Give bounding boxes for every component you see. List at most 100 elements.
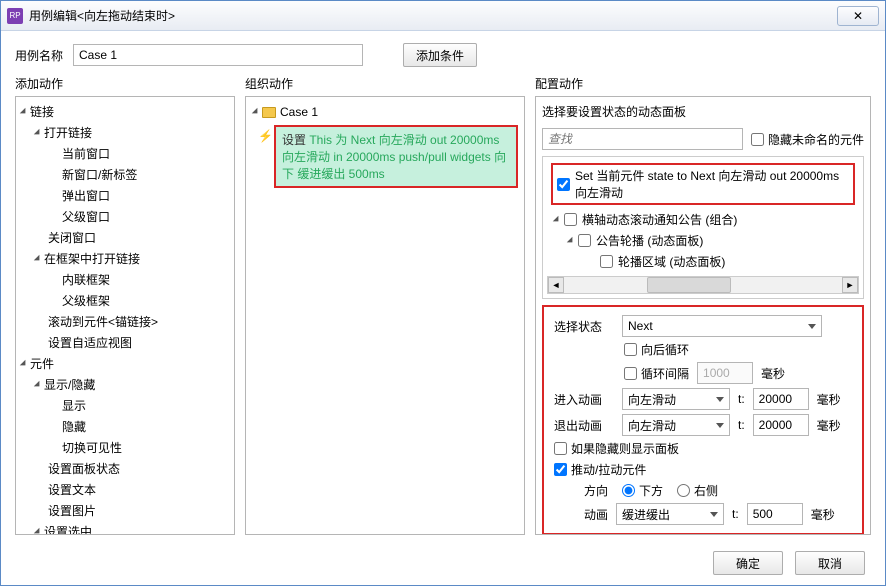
state-label: 选择状态 [554,318,614,335]
mid-panel-title: 组织动作 [245,75,525,92]
tree-item[interactable]: 显示 [16,395,234,416]
tree-item[interactable]: 在框架中打开链接 [16,248,234,269]
tree-item-label: 链接 [30,103,54,120]
ms-label: 毫秒 [817,391,841,408]
tree-item-label: 打开链接 [44,124,92,141]
bolt-icon: ⚡ [258,129,273,143]
tree-item[interactable]: 新窗口/新标签 [16,164,234,185]
tree-item[interactable]: 父级框架 [16,290,234,311]
scroll-left-icon[interactable]: ◄ [548,277,564,293]
state-select[interactable]: Next [622,315,822,337]
direction-right-radio[interactable]: 右侧 [677,482,718,499]
chevron-down-icon[interactable] [34,527,42,535]
ok-button[interactable]: 确定 [713,551,783,575]
tree-item[interactable]: 设置选中 [16,521,234,535]
direction-below-radio[interactable]: 下方 [622,482,663,499]
tree-item-label: 新窗口/新标签 [62,166,137,183]
scroll-thumb[interactable] [647,277,730,293]
chevron-down-icon[interactable] [20,107,28,115]
direction-label: 方向 [584,482,608,499]
action-tree[interactable]: 链接打开链接当前窗口新窗口/新标签弹出窗口父级窗口关闭窗口在框架中打开链接内联框… [15,96,235,535]
set-state-text: Set 当前元件 state to Next 向左滑动 out 20000ms … [575,167,849,201]
animate-in-time[interactable] [753,388,809,410]
anim-label: 动画 [584,506,608,523]
tree-item[interactable]: 父级窗口 [16,206,234,227]
push-anim-select[interactable]: 缓进缓出 [616,503,724,525]
section-select-panel: 选择要设置状态的动态面板 [542,103,864,122]
dyn-group-row[interactable]: 横轴动态滚动通知公告 (组合) [547,209,859,230]
tree-item[interactable]: 显示/隐藏 [16,374,234,395]
animate-out-select[interactable]: 向左滑动 [622,414,730,436]
chevron-down-icon[interactable] [34,128,42,136]
tree-item[interactable]: 设置图片 [16,500,234,521]
t-label: t: [732,507,739,521]
scroll-right-icon[interactable]: ► [842,277,858,293]
dyn-checkbox[interactable] [600,255,613,268]
tree-item[interactable]: 元件 [16,353,234,374]
loop-interval-checkbox[interactable]: 循环间隔 [624,365,689,382]
tree-item[interactable]: 当前窗口 [16,143,234,164]
app-icon: RP [7,8,23,24]
add-condition-button[interactable]: 添加条件 [403,43,477,67]
tree-item-label: 切换可见性 [62,439,122,456]
loop-back-checkbox[interactable]: 向后循环 [624,341,689,358]
t-label: t: [738,418,745,432]
cancel-button[interactable]: 取消 [795,551,865,575]
tree-item[interactable]: 设置面板状态 [16,458,234,479]
dyn-checkbox[interactable] [578,234,591,247]
tree-item[interactable]: 设置自适应视图 [16,332,234,353]
expand-icon[interactable] [553,215,561,223]
tree-item-label: 设置文本 [48,481,96,498]
action-entry[interactable]: ⚡ 设置 This 为 Next 向左滑动 out 20000ms 向左滑动 i… [274,125,518,188]
animate-in-select[interactable]: 向左滑动 [622,388,730,410]
chevron-down-icon[interactable] [34,380,42,388]
tree-item[interactable]: 链接 [16,101,234,122]
tree-item[interactable]: 切换可见性 [16,437,234,458]
tree-item[interactable]: 弹出窗口 [16,185,234,206]
animate-out-label: 退出动画 [554,417,614,434]
left-panel-title: 添加动作 [15,75,235,92]
right-panel-title: 配置动作 [535,75,871,92]
ms-label: 毫秒 [811,506,835,523]
case-root[interactable]: Case 1 [246,101,524,123]
dyn-panel-row[interactable]: 轮播区域 (动态面板) [547,251,859,272]
tree-item-label: 内联框架 [62,271,110,288]
close-button[interactable]: ✕ [837,6,879,26]
set-state-checkbox[interactable] [557,178,570,191]
state-config-box: 选择状态 Next 向后循环 循环间隔 毫秒 [542,305,864,535]
tree-item[interactable]: 打开链接 [16,122,234,143]
expand-icon[interactable] [252,108,260,116]
dyn-panel-row[interactable]: 公告轮播 (动态面板) [547,230,859,251]
chevron-down-icon[interactable] [34,254,42,262]
tree-item-label: 设置自适应视图 [48,334,132,351]
tree-item-label: 元件 [30,355,54,372]
tree-item-label: 设置面板状态 [48,460,120,477]
search-input[interactable] [542,128,743,150]
t-label: t: [738,392,745,406]
show-if-hidden-checkbox[interactable]: 如果隐藏则显示面板 [554,440,679,457]
push-anim-time[interactable] [747,503,803,525]
tree-item[interactable]: 滚动到元件<锚链接> [16,311,234,332]
dynamic-panel-list: Set 当前元件 state to Next 向左滑动 out 20000ms … [542,156,864,299]
tree-item-label: 设置图片 [48,502,96,519]
tree-item[interactable]: 内联框架 [16,269,234,290]
tree-item[interactable]: 隐藏 [16,416,234,437]
set-state-row[interactable]: Set 当前元件 state to Next 向左滑动 out 20000ms … [551,163,855,205]
expand-icon[interactable] [567,236,575,244]
organized-actions: Case 1 ⚡ 设置 This 为 Next 向左滑动 out 20000ms… [245,96,525,535]
hide-unnamed-checkbox[interactable]: 隐藏未命名的元件 [751,131,864,148]
tree-item-label: 显示 [62,397,86,414]
loop-interval-input [697,362,753,384]
tree-item[interactable]: 关闭窗口 [16,227,234,248]
action-detail: This 为 Next 向左滑动 out 20000ms 向左滑动 in 200… [282,133,506,181]
tree-item[interactable]: 设置文本 [16,479,234,500]
folder-icon [262,107,276,118]
window-title: 用例编辑<向左拖动结束时> [29,7,837,24]
push-pull-checkbox[interactable]: 推动/拉动元件 [554,461,646,478]
case-name-input[interactable] [73,44,363,66]
animate-out-time[interactable] [753,414,809,436]
dyn-checkbox[interactable] [564,213,577,226]
chevron-down-icon[interactable] [20,359,28,367]
tree-item-label: 父级窗口 [62,208,110,225]
horizontal-scrollbar[interactable]: ◄ ► [547,276,859,294]
